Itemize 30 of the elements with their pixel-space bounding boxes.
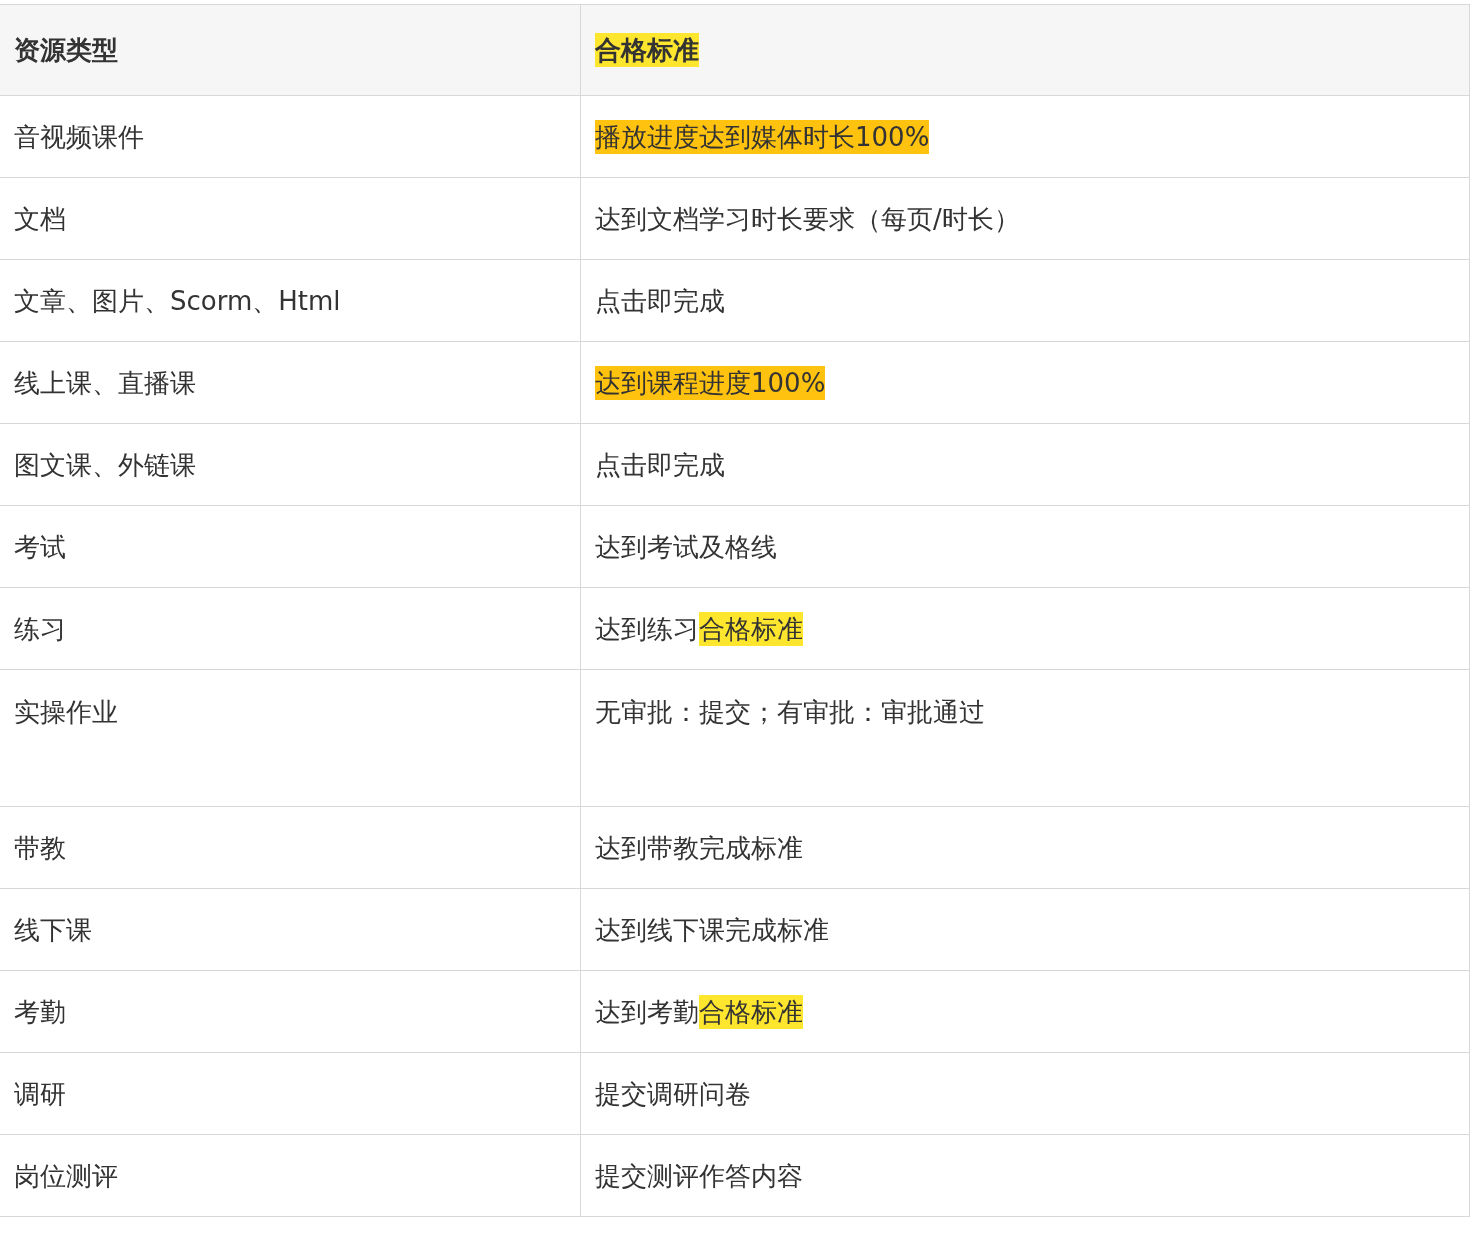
highlighted-text: 合格标准 <box>699 994 803 1029</box>
cell-text: 达到带教完成标准 <box>595 831 803 865</box>
cell-text: 达到文档学习时长要求（每页/时长） <box>595 202 1020 236</box>
cell-text: 提交测评作答内容 <box>595 1159 803 1193</box>
cell-text: 线下课 <box>14 913 92 947</box>
highlighted-text: 达到课程进度100% <box>595 365 826 400</box>
cell-text: 资源类型 <box>14 34 118 67</box>
highlighted-text: 合格标准 <box>699 611 803 646</box>
highlighted-text: 播放进度达到媒体时长100% <box>595 119 930 154</box>
cell-text: 调研 <box>14 1077 66 1111</box>
cell-text: 点击即完成 <box>595 448 725 482</box>
cell-text: 文章、图片、Scorm、Html <box>14 284 341 318</box>
cell-text: 无审批：提交；有审批：审批通过 <box>595 696 985 729</box>
cell-text: 带教 <box>14 831 66 865</box>
cell-text: 提交调研问卷 <box>595 1077 751 1111</box>
cell-text: 达到线下课完成标准 <box>595 913 829 947</box>
cell-text: 音视频课件 <box>14 120 144 154</box>
cell-text: 达到考试及格线 <box>595 530 777 564</box>
cell-text: 线上课、直播课 <box>14 366 196 400</box>
cell-text: 岗位测评 <box>14 1159 118 1193</box>
cell-text: 达到考勤 <box>595 995 699 1029</box>
cell-text: 实操作业 <box>14 696 118 729</box>
cell-text: 图文课、外链课 <box>14 448 196 482</box>
cell-text: 练习 <box>14 612 66 646</box>
cell-text: 考勤 <box>14 995 66 1029</box>
highlighted-text: 合格标准 <box>595 33 699 67</box>
cell-text: 文档 <box>14 202 66 236</box>
cell-text: 达到练习 <box>595 612 699 646</box>
cell-text: 考试 <box>14 530 66 564</box>
cell-text: 点击即完成 <box>595 284 725 318</box>
